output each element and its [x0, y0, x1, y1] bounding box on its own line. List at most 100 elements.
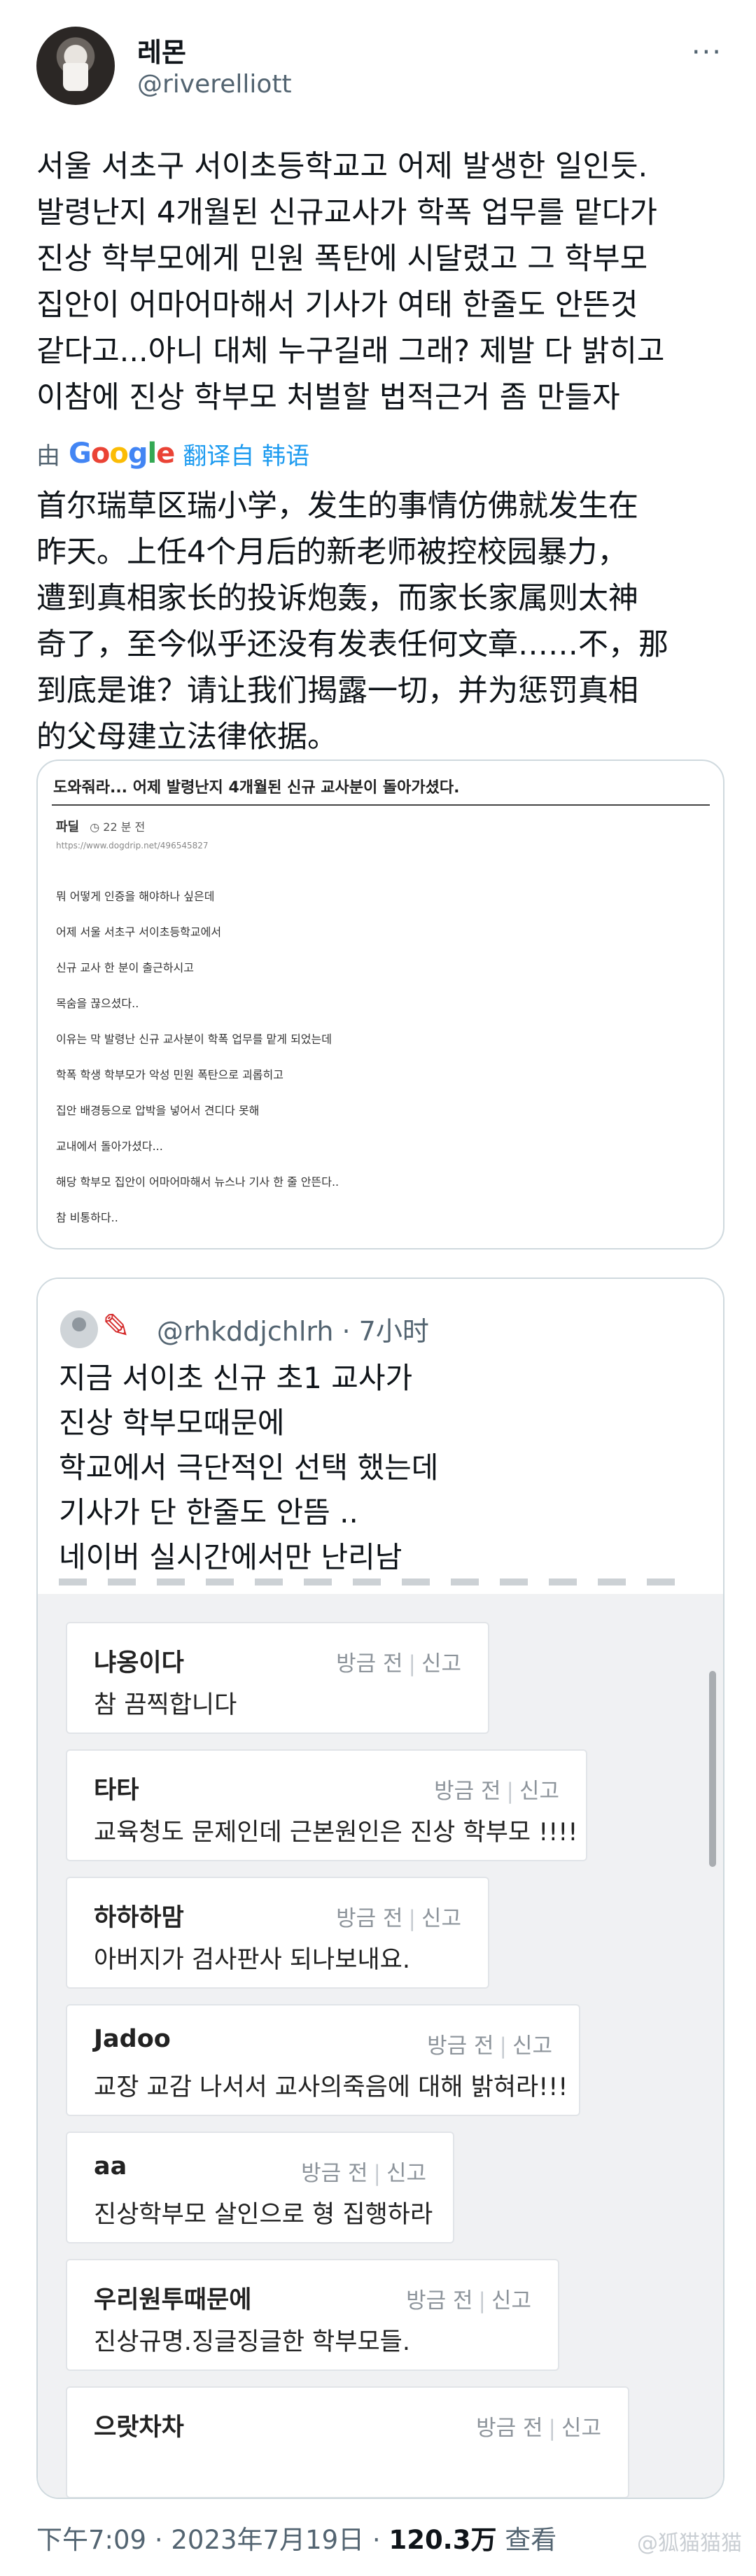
- tweet-line: 서울 서초구 서이초등학교고 어제 발생한 일인듯.: [36, 149, 648, 184]
- tweet-line: 발령난지 4개월된 신규교사가 학폭 업무를 맡다가: [36, 195, 657, 230]
- comment-time: 방금 전: [427, 2033, 494, 2059]
- forum-line: 교내에서 돌아가셨다...: [56, 1140, 163, 1153]
- comment-meta: 방금 전 | 신고: [301, 2161, 426, 2186]
- tweet-text: 서울 서초구 서이초등학교고 어제 발생한 일인듯. 발령난지 4개월된 신규교…: [36, 144, 729, 421]
- comment-time: 방금 전: [336, 1906, 403, 1931]
- comment-user: aa: [94, 2152, 127, 2180]
- forum-line: 집안 배경등으로 압박을 넣어서 견디다 못해: [56, 1104, 260, 1117]
- translation-line: 遭到真相家长的投诉炮轰，而家长家属则太神: [36, 581, 638, 616]
- tweet-line: 집안이 어마어마해서 기사가 여태 한줄도 안뜬것: [36, 288, 638, 323]
- comment-card: 하하하맘 방금 전 | 신고 아버지가 검사판사 되나보내요.: [66, 1877, 489, 1989]
- comment-text: 교장 교감 나서서 교사의죽음에 대해 밝혀라!!!: [94, 2073, 568, 2101]
- forum-post-title: 도와줘라... 어제 발령난지 4개월된 신규 교사분이 돌아가셨다.: [53, 779, 460, 797]
- forum-post-body: 뭐 어떻게 인증을 해야하나 싶은데 어제 서울 서초구 서이초등학교에서 신규…: [56, 887, 339, 1244]
- quoted-line: 지금 서이초 신규 초1 교사가: [59, 1361, 413, 1395]
- comment-text: 참 끔찍합니다: [94, 1691, 237, 1719]
- comment-list: 냐옹이다 방금 전 | 신고 참 끔찍합니다 타타 방금 전 | 신고 교육청도 문제인…: [38, 1594, 723, 2498]
- tweet-line: 같다고...아니 대체 누구길래 그래? 제발 다 밝히고: [36, 334, 665, 369]
- comment-card: 우리원투때문에 방금 전 | 신고 진상규명.징글징글한 학부모들.: [66, 2259, 559, 2371]
- forum-post-time: 22 분 전: [103, 820, 146, 834]
- avatar[interactable]: [36, 27, 115, 105]
- clock-icon: ◷: [90, 820, 104, 834]
- forum-line: 참 비통하다..: [56, 1211, 118, 1224]
- quoted-avatar: [60, 1310, 98, 1348]
- forum-line: 뭐 어떻게 인증을 해야하나 싶은데: [56, 890, 215, 903]
- quoted-tweet: ✎ @rhkddjchlrh · 7小时 지금 서이초 신규 초1 교사가 진상…: [38, 1279, 723, 1594]
- comment-text: 아버지가 검사판사 되나보내요.: [94, 1946, 410, 1974]
- view-count: 120.3万: [388, 2525, 497, 2555]
- user-handle[interactable]: @riverelliott: [137, 70, 292, 99]
- comment-card: 타타 방금 전 | 신고 교육청도 문제인데 근본원인은 진상 학부모 !!!!: [66, 1749, 587, 1861]
- comment-meta: 방금 전 | 신고: [434, 1779, 559, 1804]
- translation-line: 到底是谁？请让我们揭露一切，并为惩罚真相: [36, 673, 638, 708]
- tweet-line: 진상 학부모에게 민원 폭탄에 시달렸고 그 학부모: [36, 241, 648, 276]
- translation-line: 首尔瑞草区瑞小学，发生的事情仿佛就发生在: [36, 489, 638, 524]
- translation-line: 昨天。上任4个月后的新老师被控校园暴力，: [36, 535, 628, 570]
- forum-line: 이유는 막 발령난 신규 교사분이 학폭 업무를 맡게 되었는데: [56, 1032, 332, 1046]
- forum-line: 학폭 학생 학부모가 악성 민원 폭탄으로 괴롭히고: [56, 1068, 284, 1082]
- report-link: 신고: [386, 2161, 426, 2186]
- comment-user: Jadoo: [94, 2025, 171, 2053]
- tweet-footer: 下午7:09 · 2023年7月19日 · 120.3万 查看: [36, 2519, 556, 2556]
- quoted-text: 지금 서이초 신규 초1 교사가 진상 학부모때문에 학교에서 극단적인 선택 …: [59, 1356, 438, 1580]
- display-name[interactable]: 레몬: [137, 31, 186, 69]
- more-icon[interactable]: ···: [692, 36, 722, 69]
- comment-time: 방금 전: [476, 2416, 543, 2441]
- quoted-line: 학교에서 극단적인 선택 했는데: [59, 1450, 439, 1485]
- comment-card: 으랏차차 방금 전 | 신고: [66, 2386, 629, 2498]
- comment-meta: 방금 전 | 신고: [427, 2033, 552, 2059]
- translation-line: 奇了，至今似乎还没有发表任何文章……不，那: [36, 627, 668, 662]
- pen-emoji-icon: ✎: [102, 1307, 131, 1346]
- tweet-header: 레몬 @riverelliott ···: [36, 21, 722, 112]
- comment-time: 방금 전: [301, 2161, 368, 2186]
- quoted-handle: @rhkddjchlrh · 7小时: [157, 1316, 429, 1347]
- comment-text: 교육청도 문제인데 근본원인은 진상 학부모 !!!!: [94, 1819, 578, 1847]
- comment-user: 으랏차차: [94, 2414, 184, 2442]
- comment-text: 진상학부모 살인으로 형 집행하라: [94, 2201, 433, 2229]
- google-logo: Google: [69, 438, 175, 470]
- translation-line: 的父母建立法律依据。: [36, 720, 337, 755]
- comment-user: 우리원투때문에: [94, 2286, 252, 2314]
- comment-user: 냐옹이다: [94, 1649, 184, 1677]
- quoted-line: 네이버 실시간에서만 난리남: [59, 1540, 402, 1574]
- translated-text: 首尔瑞草区瑞小学，发生的事情仿佛就发生在 昨天。上任4个月后的新老师被控校园暴力…: [36, 483, 729, 760]
- report-link: 신고: [421, 1651, 461, 1676]
- comment-user: 하하하맘: [94, 1904, 184, 1932]
- quoted-line: 진상 학부모때문에: [59, 1406, 285, 1440]
- attached-image-forum-post[interactable]: 도와줘라... 어제 발령난지 4개월된 신규 교사분이 돌아가셨다. 파딜 ◷…: [36, 760, 724, 1250]
- forum-post-meta: 파딜 ◷ 22 분 전: [56, 817, 145, 835]
- post-timestamp[interactable]: 下午7:09 · 2023年7月19日 ·: [36, 2525, 388, 2555]
- report-link: 신고: [519, 1779, 559, 1804]
- comment-card: aa 방금 전 | 신고 진상학부모 살인으로 형 집행하라: [66, 2132, 454, 2244]
- comment-card: Jadoo 방금 전 | 신고 교장 교감 나서서 교사의죽음에 대해 밝혀라!!!: [66, 2004, 580, 2116]
- comment-meta: 방금 전 | 신고: [406, 2288, 531, 2314]
- forum-line: 목숨을 끊으셨다..: [56, 997, 139, 1010]
- watermark: @狐猫猫猫: [637, 2531, 742, 2556]
- report-link: 신고: [512, 2033, 552, 2059]
- comment-user: 타타: [94, 1777, 139, 1805]
- report-link: 신고: [491, 2288, 531, 2314]
- cropped-text-remnant: [59, 1578, 689, 1586]
- report-link: 신고: [421, 1906, 461, 1931]
- forum-post-url: https://www.dogdrip.net/496545827: [56, 841, 209, 850]
- forum-line: 어제 서울 서초구 서이초등학교에서: [56, 925, 222, 939]
- translate-bar: 由 Google 翻译自 韩语: [36, 434, 309, 473]
- comment-meta: 방금 전 | 신고: [336, 1651, 461, 1676]
- scrollbar: [709, 1671, 716, 1867]
- quoted-line: 기사가 단 한줄도 안뜸 ..: [59, 1495, 358, 1530]
- translate-by-label: 由: [36, 442, 60, 470]
- forum-board-name: 파딜: [56, 820, 80, 834]
- comment-time: 방금 전: [434, 1779, 501, 1804]
- comment-time: 방금 전: [406, 2288, 473, 2314]
- divider: [52, 804, 710, 806]
- comment-card: 냐옹이다 방금 전 | 신고 참 끔찍합니다: [66, 1622, 489, 1734]
- forum-line: 해당 학부모 집안이 어마어마해서 뉴스나 기사 한 줄 안뜬다..: [56, 1175, 340, 1189]
- forum-line: 신규 교사 한 분이 출근하시고: [56, 961, 194, 974]
- report-link: 신고: [561, 2416, 601, 2441]
- comment-meta: 방금 전 | 신고: [336, 1906, 461, 1931]
- translate-link[interactable]: 翻译自 韩语: [183, 437, 309, 471]
- comment-time: 방금 전: [336, 1651, 403, 1676]
- attached-image-comments[interactable]: ✎ @rhkddjchlrh · 7小时 지금 서이초 신규 초1 교사가 진상…: [36, 1278, 724, 2499]
- views-label: 查看: [496, 2525, 557, 2555]
- tweet-line: 이참에 진상 학부모 처벌할 법적근거 좀 만들자: [36, 380, 620, 415]
